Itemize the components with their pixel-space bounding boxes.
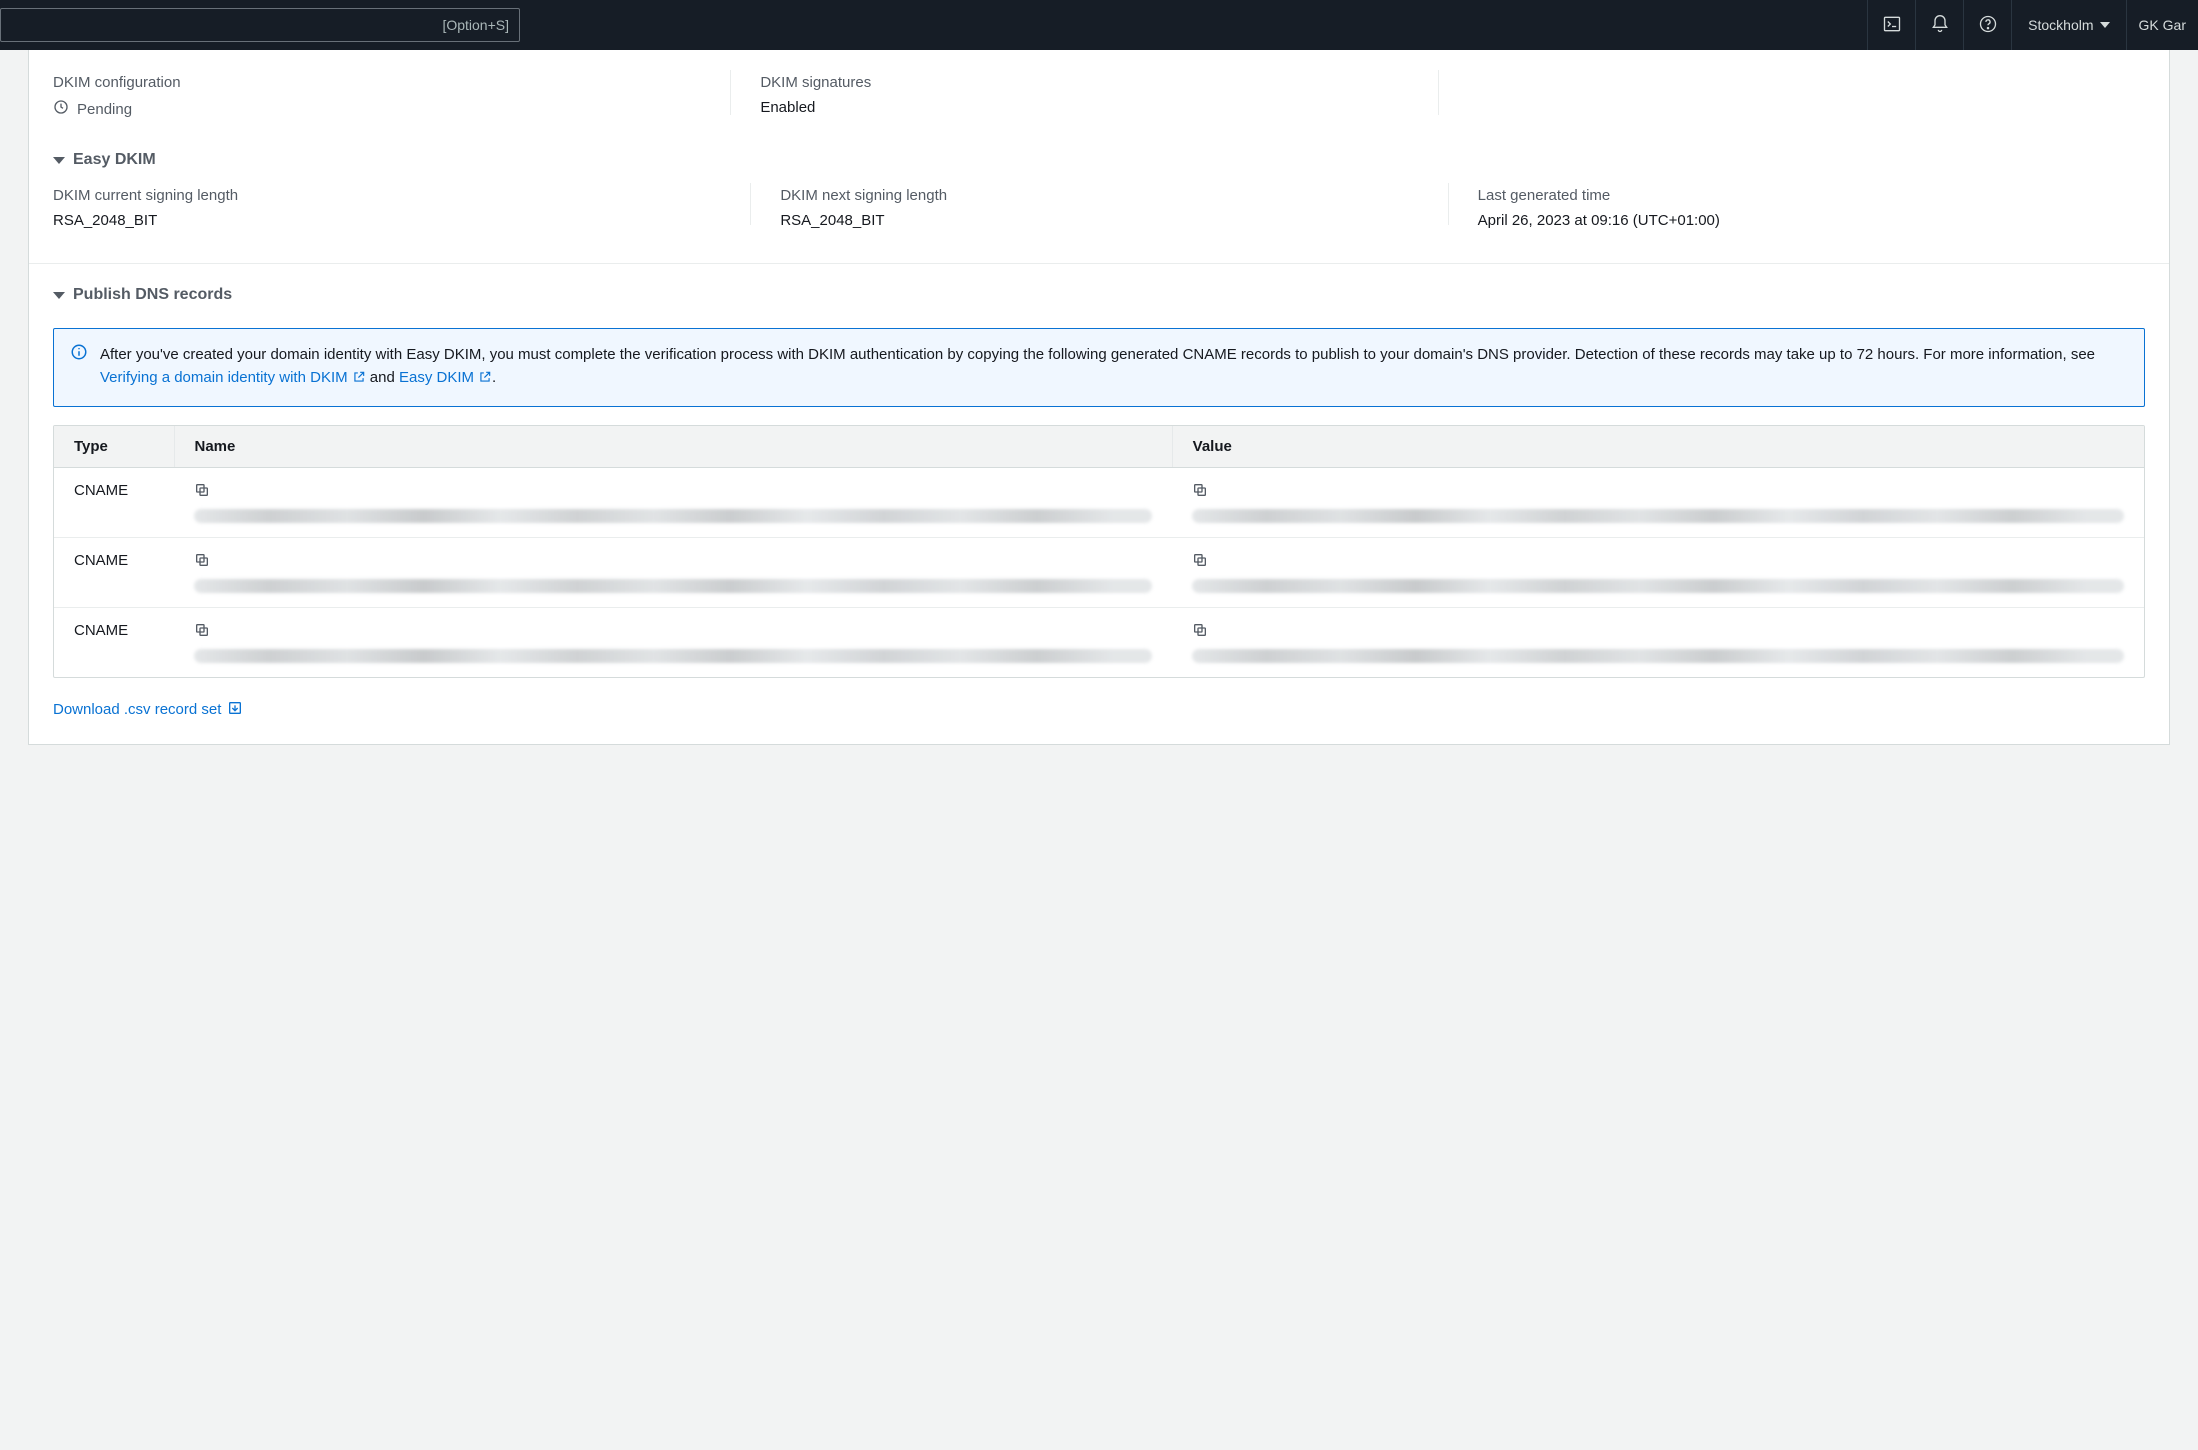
dkim-current-length-value: RSA_2048_BIT bbox=[53, 212, 720, 229]
copy-name-button[interactable] bbox=[194, 482, 210, 501]
publish-dns-title: Publish DNS records bbox=[73, 286, 232, 304]
global-search[interactable]: [Option+S] bbox=[0, 8, 520, 42]
copy-value-button[interactable] bbox=[1192, 622, 1208, 641]
download-csv-link[interactable]: Download .csv record set bbox=[53, 700, 243, 720]
record-name-cell bbox=[174, 537, 1172, 607]
col-type[interactable]: Type bbox=[54, 426, 174, 468]
record-type: CNAME bbox=[54, 537, 174, 607]
dkim-signatures-value: Enabled bbox=[760, 99, 1407, 116]
redacted-value bbox=[1192, 649, 2124, 663]
caret-down-icon bbox=[2100, 22, 2110, 28]
last-generated-label: Last generated time bbox=[1478, 187, 2115, 204]
cloudshell-button[interactable] bbox=[1867, 0, 1915, 50]
account-menu[interactable]: GK Gar bbox=[2126, 0, 2198, 50]
external-link-icon bbox=[352, 368, 366, 391]
dns-info-alert: After you've created your domain identit… bbox=[53, 328, 2145, 407]
record-value-cell bbox=[1172, 537, 2144, 607]
help-button[interactable] bbox=[1963, 0, 2011, 50]
download-csv-label: Download .csv record set bbox=[53, 701, 221, 718]
terminal-icon bbox=[1882, 14, 1902, 37]
dkim-next-length-value: RSA_2048_BIT bbox=[780, 212, 1417, 229]
record-type: CNAME bbox=[54, 467, 174, 537]
dns-info-text: After you've created your domain identit… bbox=[100, 343, 2128, 392]
redacted-value bbox=[194, 579, 1152, 593]
record-value-cell bbox=[1172, 607, 2144, 677]
dns-records-table: Type Name Value CNAMECNAMECNAME bbox=[53, 425, 2145, 678]
notifications-button[interactable] bbox=[1915, 0, 1963, 50]
dkim-current-length-label: DKIM current signing length bbox=[53, 187, 720, 204]
help-icon bbox=[1978, 14, 1998, 37]
dkim-signatures-label: DKIM signatures bbox=[760, 74, 1407, 91]
dkim-card: DKIM configuration Pending DKIM signatur… bbox=[28, 50, 2170, 745]
pending-icon bbox=[53, 99, 69, 119]
bell-icon bbox=[1930, 14, 1950, 37]
external-link-icon bbox=[478, 368, 492, 391]
user-label: GK Gar bbox=[2139, 17, 2186, 33]
record-name-cell bbox=[174, 607, 1172, 677]
last-generated-value: April 26, 2023 at 09:16 (UTC+01:00) bbox=[1478, 212, 2115, 229]
redacted-value bbox=[194, 509, 1152, 523]
verify-dkim-link[interactable]: Verifying a domain identity with DKIM bbox=[100, 369, 366, 386]
record-name-cell bbox=[174, 467, 1172, 537]
redacted-value bbox=[1192, 509, 2124, 523]
easy-dkim-title: Easy DKIM bbox=[73, 151, 156, 169]
caret-down-icon bbox=[53, 292, 65, 299]
search-keyhint: [Option+S] bbox=[442, 17, 509, 33]
download-icon bbox=[227, 700, 243, 720]
top-nav: [Option+S] Stockholm GK Gar bbox=[0, 0, 2198, 50]
easy-dkim-link[interactable]: Easy DKIM bbox=[399, 369, 492, 386]
dkim-config-status: Pending bbox=[77, 101, 132, 118]
record-type: CNAME bbox=[54, 607, 174, 677]
record-value-cell bbox=[1172, 467, 2144, 537]
dkim-config-label: DKIM configuration bbox=[53, 74, 700, 91]
copy-name-button[interactable] bbox=[194, 622, 210, 641]
region-label: Stockholm bbox=[2028, 17, 2093, 33]
col-name[interactable]: Name bbox=[174, 426, 1172, 468]
dkim-config-value: Pending bbox=[53, 99, 700, 119]
copy-value-button[interactable] bbox=[1192, 482, 1208, 501]
table-row: CNAME bbox=[54, 537, 2144, 607]
publish-dns-toggle[interactable]: Publish DNS records bbox=[29, 264, 2169, 310]
copy-value-button[interactable] bbox=[1192, 552, 1208, 571]
redacted-value bbox=[1192, 579, 2124, 593]
table-row: CNAME bbox=[54, 607, 2144, 677]
redacted-value bbox=[194, 649, 1152, 663]
region-selector[interactable]: Stockholm bbox=[2011, 0, 2125, 50]
col-value[interactable]: Value bbox=[1172, 426, 2144, 468]
dkim-next-length-label: DKIM next signing length bbox=[780, 187, 1417, 204]
table-row: CNAME bbox=[54, 467, 2144, 537]
copy-name-button[interactable] bbox=[194, 552, 210, 571]
easy-dkim-toggle[interactable]: Easy DKIM bbox=[29, 129, 2169, 175]
info-icon bbox=[70, 343, 88, 392]
caret-down-icon bbox=[53, 157, 65, 164]
